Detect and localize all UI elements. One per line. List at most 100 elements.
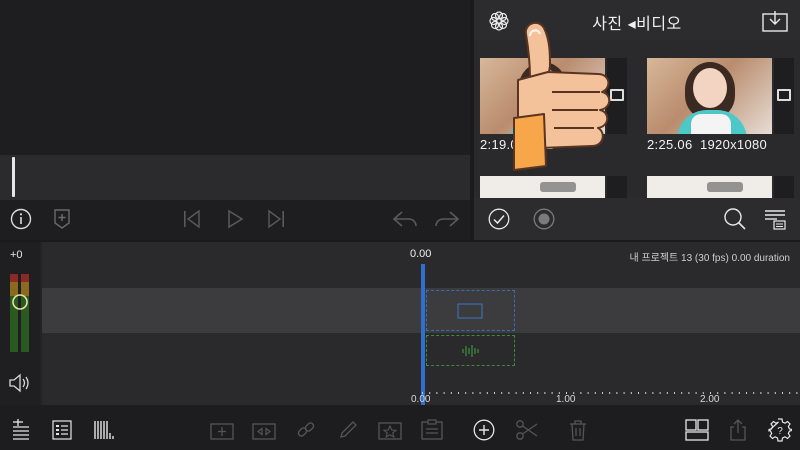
ruler-tick	[638, 392, 639, 394]
skip-end-icon[interactable]	[265, 207, 287, 231]
share-icon[interactable]	[726, 418, 750, 442]
ruler-tick	[609, 392, 611, 394]
media-thumbnail[interactable]	[647, 58, 772, 134]
redo-icon[interactable]	[432, 207, 462, 231]
browser-footer	[474, 198, 800, 240]
scissors-icon[interactable]	[514, 418, 540, 442]
ruler-tick	[796, 392, 798, 394]
clipboard-icon[interactable]	[418, 418, 446, 442]
ruler-tick	[450, 392, 452, 394]
marker-icon[interactable]	[52, 207, 72, 231]
ruler-tick	[594, 392, 596, 394]
info-icon[interactable]	[9, 207, 33, 231]
layout-icon[interactable]	[684, 418, 710, 442]
film-icon	[777, 89, 791, 101]
bottom-toolbar: ?	[0, 405, 800, 450]
ruler-tick	[774, 392, 776, 394]
track-list-icon[interactable]	[50, 418, 74, 442]
app-root: 사진 ◂비디오 2:19.08 192 2:25.06 1920x1080	[0, 0, 800, 450]
ruler-tick	[486, 392, 488, 394]
ruler-tick	[479, 392, 481, 394]
ruler-label: 0.00	[411, 394, 431, 405]
speaker-icon[interactable]	[8, 372, 32, 394]
media-thumbnail[interactable]	[480, 176, 605, 198]
ruler-tick	[537, 392, 539, 394]
ruler-tick	[616, 392, 618, 394]
meter-level-label: +0	[10, 249, 23, 261]
ruler-tick	[522, 392, 524, 394]
ruler-tick	[602, 392, 603, 394]
ruler-tick	[580, 392, 582, 394]
preview-playhead[interactable]	[12, 157, 15, 197]
ruler-tick	[674, 392, 675, 394]
ruler-tick	[544, 392, 546, 394]
ruler-tick	[587, 392, 589, 394]
thumbs-up-hand-icon	[513, 21, 611, 171]
video-strip	[607, 176, 627, 198]
preview-controls	[0, 200, 470, 240]
trash-icon[interactable]	[566, 418, 590, 442]
add-icon[interactable]	[472, 418, 496, 442]
checkmark-icon[interactable]	[487, 207, 511, 231]
ruler-tick	[494, 392, 495, 394]
ruler-tick	[724, 392, 726, 394]
barcode-icon[interactable]	[92, 418, 118, 442]
ruler-label: 2.00	[700, 394, 720, 405]
meter-bar-right	[21, 274, 29, 352]
list-icon[interactable]	[762, 206, 788, 232]
ruler-tick	[659, 392, 661, 394]
audio-meter: +0	[0, 242, 40, 405]
media-resolution: 1920x1080	[700, 137, 768, 152]
record-icon[interactable]	[532, 207, 556, 231]
ruler-tick	[472, 392, 474, 394]
search-icon[interactable]	[722, 206, 748, 232]
add-track-icon[interactable]	[9, 418, 33, 442]
video-clip-placeholder[interactable]	[426, 290, 515, 331]
timeline[interactable]: +0 0.00 내 프로젝트 13 (30 fps) 0.00 duration	[0, 242, 800, 405]
pencil-icon[interactable]	[336, 418, 360, 442]
video-strip	[774, 176, 794, 198]
undo-icon[interactable]	[390, 207, 420, 231]
video-strip	[774, 58, 794, 134]
ruler-tick	[630, 392, 632, 394]
ruler-tick	[645, 392, 647, 394]
ruler-tick	[731, 392, 733, 394]
ruler-tick	[623, 392, 625, 394]
ruler-tick	[789, 392, 791, 394]
timeline-playhead[interactable]	[421, 264, 425, 405]
play-icon[interactable]	[224, 207, 246, 231]
ruler-tick	[508, 392, 510, 394]
ruler-tick	[782, 392, 783, 394]
current-time: 0.00	[410, 248, 432, 260]
transition-icon[interactable]	[250, 418, 278, 442]
ruler-tick	[695, 392, 697, 394]
volume-knob-icon[interactable]	[10, 292, 30, 312]
ruler-tick	[652, 392, 654, 394]
split-clip-icon[interactable]	[208, 418, 236, 442]
settings-icon[interactable]: ?	[767, 417, 793, 443]
ruler-tick	[767, 392, 769, 394]
audio-clip-placeholder[interactable]	[426, 335, 515, 366]
ruler-tick	[443, 392, 445, 394]
ruler-tick	[515, 392, 517, 394]
media-thumbnail[interactable]	[647, 176, 772, 198]
favorite-icon[interactable]	[376, 418, 404, 442]
import-icon[interactable]	[761, 8, 789, 34]
ruler-tick	[753, 392, 755, 394]
video-clip-icon	[457, 303, 483, 319]
video-preview[interactable]	[0, 0, 470, 155]
media-duration: 2:25.06	[647, 137, 693, 152]
preview-scrubber[interactable]	[0, 155, 470, 200]
ruler-tick	[681, 392, 683, 394]
project-info: 내 프로젝트 13 (30 fps) 0.00 duration	[629, 253, 790, 264]
skip-start-icon[interactable]	[181, 207, 203, 231]
ruler-tick	[436, 392, 438, 394]
ruler-tick	[666, 392, 668, 394]
meter-bar-left	[10, 274, 18, 352]
waveform-icon	[460, 343, 482, 359]
ruler-tick	[738, 392, 740, 394]
ruler-tick	[746, 392, 747, 394]
link-icon[interactable]	[294, 418, 318, 442]
ruler-tick	[465, 392, 467, 394]
ruler-tick	[688, 392, 690, 394]
